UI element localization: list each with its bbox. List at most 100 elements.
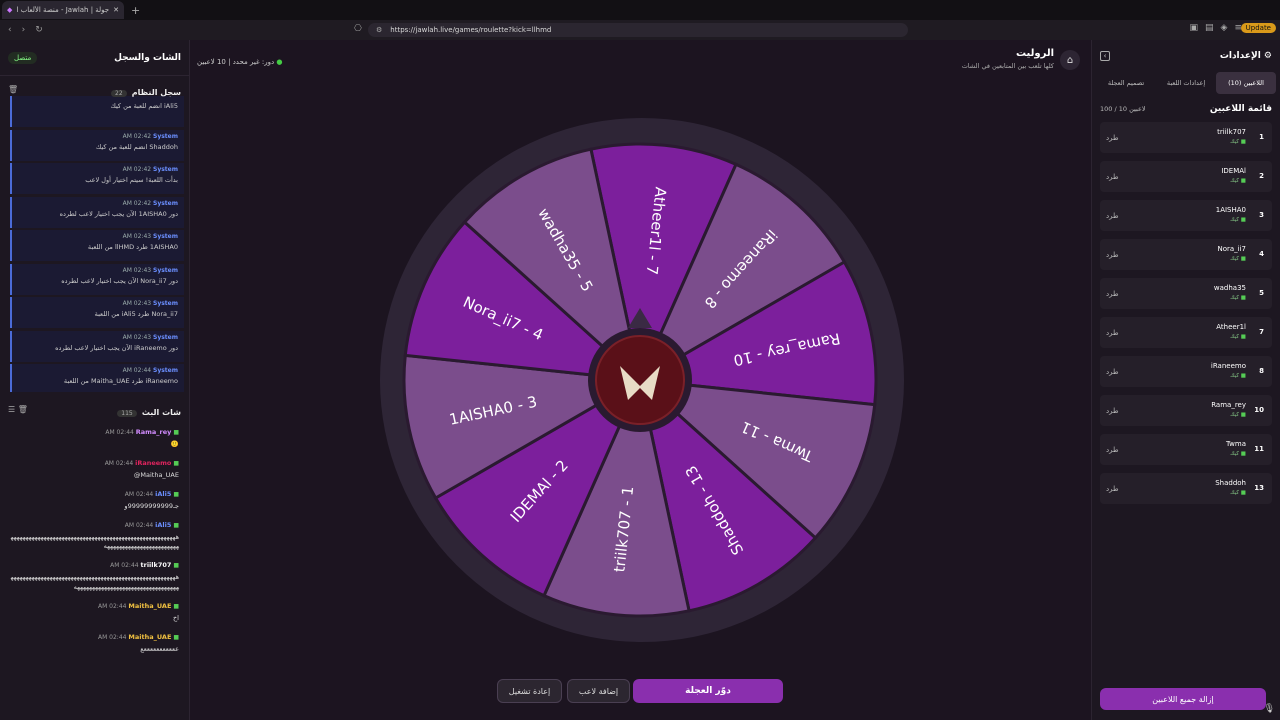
collapse-panel-icon[interactable]: ‹	[1100, 51, 1110, 61]
tab-favicon-icon: ◆	[7, 6, 13, 14]
system-log-title: سجل النظام	[131, 87, 181, 97]
log-text: دور Nora_ii7 الآن يجب اختيار لاعب لطرده	[61, 276, 178, 285]
log-time: AM 02:42	[122, 199, 152, 207]
kick-badge-icon: ■	[173, 491, 179, 499]
log-time: AM 02:42	[122, 132, 152, 140]
live-chat-list[interactable]: AM 02:44 Rama_rey ■ 🙂 AM 02:44 iRaneemo ■ @…	[0, 428, 189, 654]
sidebar-icon[interactable]: ▤	[1205, 23, 1214, 33]
player-number: 11	[1254, 445, 1264, 453]
kick-badge-icon: ■	[173, 429, 179, 436]
chat-text: جـ99999999999و	[124, 502, 179, 511]
kick-badge-icon: ■	[1240, 139, 1246, 145]
kick-player-button[interactable]: طرد	[1106, 368, 1119, 376]
log-entry: iAli5 انضم للعبة من كيك	[10, 96, 184, 127]
log-entry: AM 02:43 System Nora_ii7 طرد iAli5 من الل…	[10, 297, 184, 328]
kick-player-button[interactable]: طرد	[1106, 134, 1119, 142]
reload-icon[interactable]: ↻	[35, 25, 43, 35]
delete-log-icon[interactable]: 🗑	[8, 85, 18, 94]
delete-chat-icon[interactable]: 🗑	[18, 405, 28, 414]
log-entry: AM 02:42 System بدأت اللعبة! سيتم اختيار …	[10, 163, 184, 194]
player-source: كيك ■	[1230, 217, 1246, 223]
log-text: بدأت اللعبة! سيتم اختيار أول لاعب	[85, 176, 178, 184]
kick-badge-icon: ■	[1240, 373, 1246, 379]
remove-all-players-button[interactable]: إزالة جميع اللاعبين	[1100, 688, 1266, 710]
player-source: كيك ■	[1230, 139, 1246, 145]
kick-player-button[interactable]: طرد	[1106, 212, 1119, 220]
player-number: 5	[1259, 289, 1264, 297]
spin-wheel-button[interactable]: دوّر العجلة	[633, 679, 783, 703]
chat-count-badge: 115	[117, 409, 137, 417]
log-count-badge: 22	[111, 89, 127, 97]
system-log-list[interactable]: iAli5 انضم للعبة من كيك AM 02:42 System Sh…	[10, 96, 184, 392]
tab-title: جولة | Jawlah - منصة الألعاب التفا	[16, 6, 110, 14]
microphone-icon[interactable]: 🎙	[1264, 704, 1275, 714]
chat-time: AM 02:44	[124, 522, 154, 530]
forward-icon[interactable]: ›	[22, 25, 26, 35]
kick-player-button[interactable]: طرد	[1106, 329, 1119, 337]
player-number: 10	[1254, 406, 1264, 414]
live-chat-title: شات البث	[141, 407, 181, 417]
log-text: iAli5 انضم للعبة من كيك	[110, 102, 178, 110]
turn-label: دور: غير محدد	[232, 58, 275, 66]
chat-username[interactable]: Rama_rey	[136, 428, 172, 436]
log-author: System	[153, 166, 178, 173]
log-text: iRaneemo طرد Maitha_UAE من اللعبة	[63, 377, 178, 385]
chat-time: AM 02:44	[110, 562, 139, 570]
chat-text: عععععععععععع	[140, 644, 179, 653]
update-button[interactable]: Update	[1240, 23, 1276, 33]
players-list: طرد triilk707 كيك ■ 1 طرد IDEMAl كيك ■ 2 طرد 1AIS…	[1100, 122, 1272, 504]
wallet-icon[interactable]: ◈	[1221, 23, 1228, 33]
new-tab-button[interactable]: +	[131, 4, 140, 17]
player-row: طرد 1AISHA0 كيك ■ 3	[1100, 200, 1272, 231]
chat-message: AM 02:44 Maitha_UAE ■ اخ	[10, 602, 179, 623]
browser-tabbar: ◆ جولة | Jawlah - منصة الألعاب التفا ✕ +	[0, 0, 1280, 20]
restart-button[interactable]: إعادة تشغيل	[497, 679, 562, 703]
player-row: طرد wadha35 كيك ■ 5	[1100, 278, 1272, 309]
player-name: 1AISHA0	[1215, 206, 1246, 214]
game-status-bar: دور: غير محدد | 10 لاعبين ●	[197, 58, 283, 66]
tab-wheel-design[interactable]: تصميم العجلة	[1096, 72, 1156, 94]
chat-text: هههههههههههههههههههههههههههههههههههههههه…	[10, 533, 179, 551]
chat-log-panel: متصل الشات والسجل 🗑 22 سجل النظام iAli5 …	[0, 40, 190, 720]
roulette-wheel[interactable]: Atheer1l - 7 iRaneemo - 8Rama_rey - 10Twm…	[380, 118, 904, 642]
bookmark-icon[interactable]: ⎔	[354, 24, 362, 34]
game-title: الروليت	[1015, 48, 1054, 59]
browser-tab[interactable]: ◆ جولة | Jawlah - منصة الألعاب التفا ✕	[2, 1, 124, 19]
chat-username[interactable]: iAli5	[155, 521, 171, 529]
close-tab-icon[interactable]: ✕	[113, 6, 119, 14]
log-entry: AM 02:42 System دور 1AISHA0 الآن يجب اختي…	[10, 196, 184, 228]
tab-players[interactable]: اللاعبين (10)	[1216, 72, 1276, 94]
kick-player-button[interactable]: طرد	[1106, 173, 1119, 181]
log-entry: AM 02:43 System دور iRaneemo الآن يجب اخت…	[10, 330, 184, 362]
kick-badge-icon: ■	[1240, 412, 1246, 418]
player-name: wadha35	[1213, 284, 1246, 292]
kick-player-button[interactable]: طرد	[1106, 290, 1119, 298]
add-player-button[interactable]: إضافة لاعب	[567, 679, 630, 703]
chat-username[interactable]: iRaneemo	[135, 459, 171, 467]
kick-badge-icon: ■	[1240, 178, 1246, 184]
kick-player-button[interactable]: طرد	[1106, 407, 1119, 415]
extensions-icon[interactable]: ▣	[1190, 23, 1199, 33]
back-icon[interactable]: ‹	[8, 25, 12, 35]
chat-username[interactable]: Maitha_UAE	[128, 602, 171, 610]
chat-text: @Maitha_UAE	[133, 471, 179, 480]
chat-username[interactable]: iAli5	[155, 490, 171, 498]
tab-game-settings[interactable]: إعدادات اللعبة	[1156, 72, 1216, 94]
kick-player-button[interactable]: طرد	[1106, 446, 1119, 454]
kick-player-button[interactable]: طرد	[1106, 251, 1119, 259]
chat-username[interactable]: triilk707	[141, 561, 172, 569]
player-source: كيك ■	[1230, 334, 1246, 340]
chat-time: AM 02:44	[104, 460, 134, 468]
player-source: كيك ■	[1230, 178, 1246, 184]
player-name: iRaneemo	[1210, 362, 1246, 370]
kick-badge-icon: ■	[173, 460, 179, 468]
online-dot-icon: ●	[276, 58, 283, 66]
filter-icon[interactable]: ☰	[8, 405, 15, 414]
log-text: 1AISHA0 طرد llHMD من اللعبة	[87, 243, 178, 251]
site-info-icon[interactable]: ⚙	[376, 26, 382, 34]
address-bar[interactable]: ⚙ https://jawlah.live/games/roulette?kic…	[368, 23, 908, 37]
kick-player-button[interactable]: طرد	[1106, 485, 1119, 493]
chat-username[interactable]: Maitha_UAE	[128, 633, 171, 641]
player-row: طرد IDEMAl كيك ■ 2	[1100, 161, 1272, 192]
home-button[interactable]: ⌂	[1060, 50, 1080, 70]
